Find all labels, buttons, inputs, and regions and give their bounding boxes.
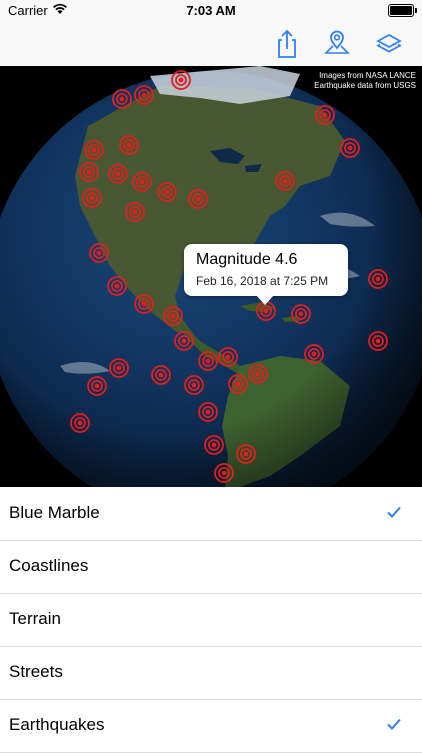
status-bar: Carrier 7:03 AM [0,0,422,22]
location-button[interactable] [322,29,352,59]
checkmark-icon [387,718,401,730]
layer-row-streets[interactable]: Streets [0,646,422,700]
layer-label: Earthquakes [9,715,105,734]
map-view[interactable]: Images from NASA LANCE Earthquake data f… [0,66,422,487]
layers-icon [376,34,402,53]
clock-time: 7:03 AM [186,3,236,18]
credits-imagery: Images from NASA LANCE [319,71,416,80]
layer-label: Blue Marble [9,503,100,522]
battery-icon [388,4,417,17]
layer-label: Streets [9,662,63,681]
layer-row-earthquakes[interactable]: Earthquakes [0,699,422,753]
location-pin-icon [324,30,350,54]
layer-label: Coastlines [9,556,89,575]
share-button[interactable] [272,29,302,59]
layer-row-blue-marble[interactable]: Blue Marble [0,487,422,541]
map-credits: Images from NASA LANCE Earthquake data f… [314,71,416,91]
layers-button[interactable] [374,29,404,59]
layer-row-terrain[interactable]: Terrain [0,593,422,647]
callout-title: Magnitude 4.6 [196,251,298,268]
layer-row-coastlines[interactable]: Coastlines [0,540,422,594]
layers-list: Blue Marble Coastlines Terrain Streets E… [0,487,422,753]
earthquake-callout[interactable]: Magnitude 4.6 Feb 16, 2018 at 7:25 PM [184,244,348,305]
layer-label: Terrain [9,609,61,628]
share-icon [278,29,296,58]
credits-data: Earthquake data from USGS [314,81,416,90]
checkmark-icon [387,506,401,518]
toolbar [0,22,422,67]
callout-subtitle: Feb 16, 2018 at 7:25 PM [196,274,329,288]
